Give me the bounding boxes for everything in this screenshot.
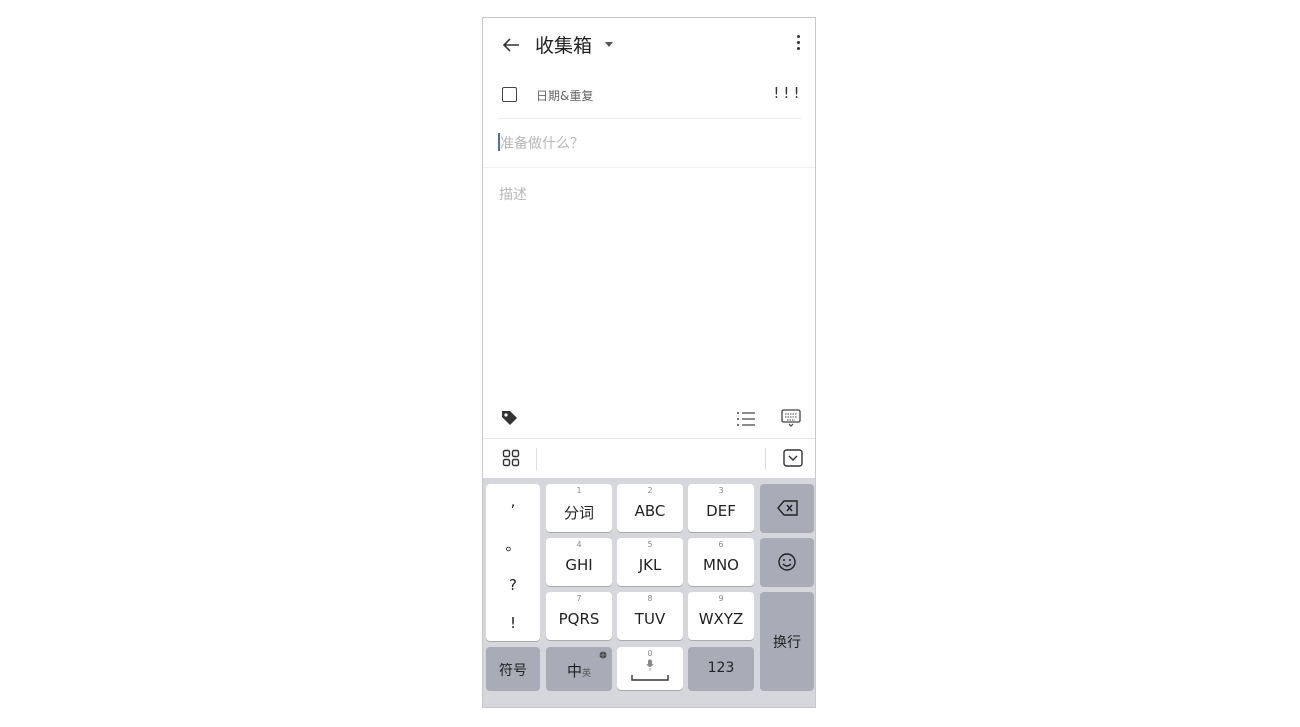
enter-key[interactable]: 换行 xyxy=(760,592,814,690)
back-arrow-icon[interactable] xyxy=(499,33,523,57)
list-title[interactable]: 收集箱 xyxy=(535,31,592,58)
ime-toolbar xyxy=(483,438,815,479)
space-key[interactable]: 0 xyxy=(617,647,683,690)
tag-icon[interactable] xyxy=(499,408,519,428)
key-7[interactable]: 7 PQRS xyxy=(546,592,612,640)
key-3[interactable]: 3 DEF xyxy=(688,484,754,532)
backspace-key[interactable] xyxy=(760,484,814,532)
description-input[interactable]: 描述 xyxy=(499,184,527,204)
emoji-icon xyxy=(778,553,796,571)
key-8[interactable]: 8 TUV xyxy=(617,592,683,640)
dropdown-caret-icon[interactable] xyxy=(605,42,613,47)
grid-icon[interactable] xyxy=(502,449,520,467)
language-switch-key[interactable]: 中英 xyxy=(546,647,612,690)
divider xyxy=(483,167,815,168)
keyboard-icon[interactable] xyxy=(780,408,802,428)
backspace-icon xyxy=(777,500,798,516)
priority-button[interactable]: !!! xyxy=(772,84,802,102)
punctuation-column[interactable]: , 。 ? ! xyxy=(486,484,540,641)
space-bar-icon xyxy=(631,675,669,681)
punct-question[interactable]: ? xyxy=(486,576,540,594)
collapse-keyboard-icon[interactable] xyxy=(783,449,803,467)
emoji-key[interactable] xyxy=(760,538,814,586)
t9-keyboard: , 。 ? ! 1 分词 2 ABC 3 DEF 4 GHI 5 JKL 6 M… xyxy=(483,478,815,707)
lang-sub-label: 英 xyxy=(582,669,592,679)
checkbox-icon[interactable] xyxy=(502,87,517,102)
date-repeat-button[interactable]: 日期&重复 xyxy=(536,87,593,104)
date-row: 日期&重复 !!! xyxy=(483,78,815,118)
numeric-key[interactable]: 123 xyxy=(688,647,754,690)
globe-icon xyxy=(599,651,607,659)
separator xyxy=(536,448,537,470)
punct-period[interactable]: 。 xyxy=(486,534,540,555)
key-9[interactable]: 9 WXYZ xyxy=(688,592,754,640)
key-5[interactable]: 5 JKL xyxy=(617,538,683,586)
symbol-key[interactable]: 符号 xyxy=(486,647,540,690)
key-6[interactable]: 6 MNO xyxy=(688,538,754,586)
task-title-input[interactable]: 准备做什么？ xyxy=(483,130,815,160)
divider xyxy=(499,118,801,119)
list-icon[interactable] xyxy=(736,410,756,428)
key-2[interactable]: 2 ABC xyxy=(617,484,683,532)
key-4[interactable]: 4 GHI xyxy=(546,538,612,586)
mic-icon xyxy=(646,659,654,671)
editor-toolbar xyxy=(483,406,815,436)
more-vert-icon[interactable] xyxy=(797,35,801,53)
phone-screen: 收集箱 日期&重复 !!! 准备做什么？ 描述 , 。 ? ! 1 分词 2 A… xyxy=(482,17,816,708)
key-1[interactable]: 1 分词 xyxy=(546,484,612,532)
separator xyxy=(765,448,766,470)
punct-comma[interactable]: , xyxy=(486,492,540,510)
punct-exclaim[interactable]: ! xyxy=(486,614,540,632)
task-title-placeholder: 准备做什么？ xyxy=(500,136,584,152)
lang-main-label: 中 xyxy=(566,662,582,680)
top-bar: 收集箱 xyxy=(483,18,815,72)
